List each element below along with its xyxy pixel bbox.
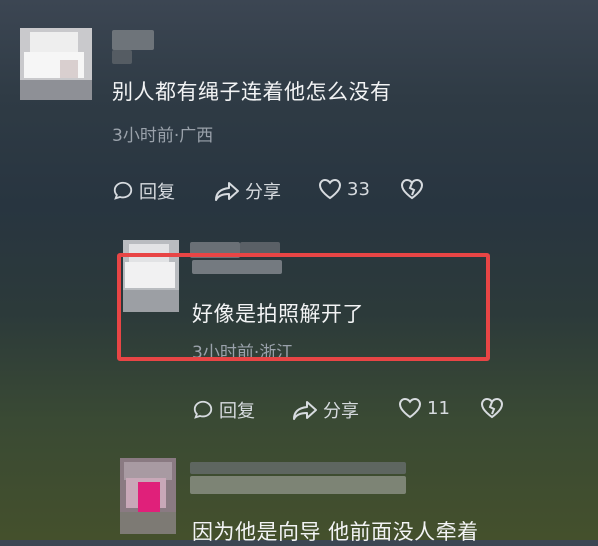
share-button[interactable]: 分享 <box>292 397 359 423</box>
reply-button[interactable]: 回复 <box>192 397 255 423</box>
like-button[interactable]: 33 <box>318 178 370 200</box>
like-count: 11 <box>427 397 450 419</box>
comment-meta: 3小时前·广西 <box>112 126 214 146</box>
share-label: 分享 <box>245 182 281 203</box>
username-blurred <box>112 50 132 64</box>
broken-heart-icon <box>480 397 504 419</box>
highlight-box <box>117 253 490 361</box>
username-blurred <box>112 30 154 50</box>
heart-icon <box>398 397 422 419</box>
reply-label: 回复 <box>139 182 175 203</box>
avatar[interactable] <box>20 28 92 100</box>
broken-heart-icon <box>400 178 424 200</box>
like-button[interactable]: 11 <box>398 397 450 419</box>
reply-button[interactable]: 回复 <box>112 178 175 204</box>
dislike-button[interactable] <box>400 178 424 200</box>
dislike-button[interactable] <box>480 397 504 419</box>
avatar[interactable] <box>120 458 176 534</box>
comment-icon <box>112 180 134 202</box>
share-label: 分享 <box>323 401 359 422</box>
share-icon <box>214 180 240 202</box>
like-count: 33 <box>347 178 370 200</box>
comment-icon <box>192 399 214 421</box>
username-blurred <box>190 462 406 474</box>
username-blurred <box>190 476 406 494</box>
reply-label: 回复 <box>219 401 255 422</box>
heart-icon <box>318 178 342 200</box>
share-button[interactable]: 分享 <box>214 178 281 204</box>
share-icon <box>292 399 318 421</box>
comment-text: 因为他是向导 他前面没人牵着 <box>192 520 479 544</box>
comment-text: 别人都有绳子连着他怎么没有 <box>112 80 392 104</box>
